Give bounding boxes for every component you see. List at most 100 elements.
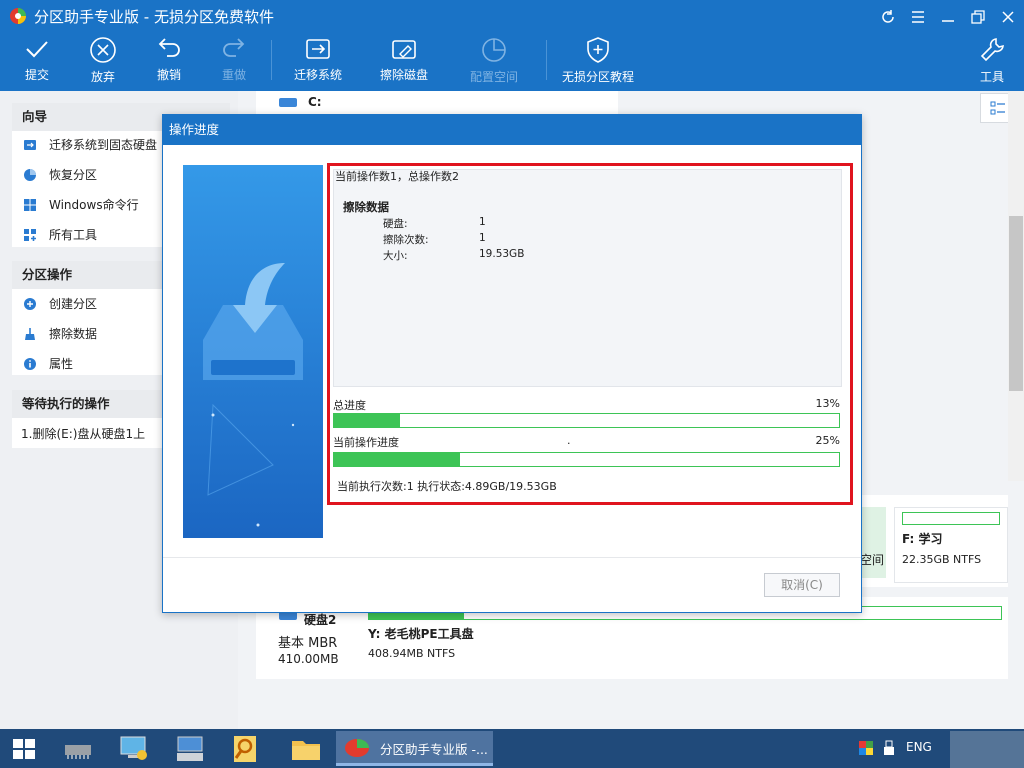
drive-icon: [279, 98, 297, 107]
tray-clock-area[interactable]: [950, 731, 1024, 768]
detail-key-size: 大小:: [383, 250, 408, 262]
operation-count: 当前操作数1，总操作数2: [335, 170, 459, 183]
pie-chart-icon: [482, 38, 506, 62]
toolbar-divider: [546, 40, 547, 80]
memory-chip-icon[interactable]: [62, 733, 94, 765]
configure-space-button[interactable]: 配置空间: [464, 36, 524, 88]
current-progress-percent: 25%: [815, 434, 840, 447]
recover-pie-icon: [24, 169, 36, 181]
operation-details-box: [333, 169, 842, 387]
sidebar-item-label: 所有工具: [49, 228, 98, 242]
wipe-disk-button[interactable]: 擦除磁盘: [374, 36, 434, 88]
toolbar-divider: [271, 40, 272, 80]
discard-button[interactable]: 放弃: [78, 36, 128, 88]
current-progress-fill: [334, 453, 461, 466]
detail-value-size: 19.53GB: [479, 248, 525, 260]
redo-button[interactable]: 重做: [209, 36, 259, 88]
tools-button[interactable]: 工具: [970, 36, 1014, 88]
tutorial-label: 无损分区教程: [561, 70, 634, 84]
toolbar: 分区助手专业版 - 无损分区免费软件 提交 放弃 撤销 重做 迁移系统 擦除磁盘: [0, 0, 1024, 91]
partition-y-name: Y: 老毛桃PE工具盘: [368, 627, 474, 641]
detail-value-disk: 1: [479, 216, 486, 228]
disk2-size: 410.00MB: [278, 652, 339, 666]
close-icon[interactable]: [997, 6, 1019, 28]
detail-key-passes: 擦除次数:: [383, 234, 429, 246]
info-icon: [24, 358, 36, 370]
cancel-button[interactable]: 取消(C): [764, 573, 840, 597]
keyboard-icon[interactable]: [174, 733, 206, 765]
usb-device-icon[interactable]: [883, 740, 895, 756]
taskbar-active-app[interactable]: 分区助手专业版 -...: [336, 731, 493, 766]
create-partition-icon: [24, 298, 36, 310]
migrate-os-button[interactable]: 迁移系统: [288, 36, 348, 88]
undo-button[interactable]: 撤销: [144, 36, 194, 88]
color-palette-icon[interactable]: [858, 740, 874, 756]
partition-y-size: 408.94MB NTFS: [368, 647, 456, 660]
window-title: 分区助手专业版 - 无损分区免费软件: [34, 8, 274, 26]
detail-value-passes: 1: [479, 232, 486, 244]
redo-icon: [223, 38, 245, 57]
submit-label: 提交: [24, 68, 49, 82]
redo-label: 重做: [221, 68, 246, 82]
total-progress-bar: [333, 413, 840, 428]
sidebar-item-label: 迁移系统到固态硬盘: [49, 138, 158, 152]
partition-f-usage-bar: [902, 512, 1000, 525]
partition-f-size: 22.35GB NTFS: [902, 553, 982, 566]
operation-name: 擦除数据: [343, 200, 389, 214]
sidebar-item-label: 属性: [49, 357, 74, 371]
check-icon: [26, 41, 48, 58]
drive-c-label: C:: [308, 95, 322, 109]
menu-icon[interactable]: [907, 6, 929, 28]
dialog-title: 操作进度: [163, 115, 861, 145]
windows-start-icon[interactable]: [12, 737, 36, 761]
eraser-disk-icon: [392, 40, 416, 59]
download-disk-illustration: [183, 165, 323, 538]
current-progress-dot: .: [567, 434, 571, 447]
migrate-disk-icon: [306, 39, 330, 59]
windows-logo-icon: [24, 199, 36, 211]
disk2-type: 基本 MBR: [278, 636, 338, 651]
submit-button[interactable]: 提交: [12, 36, 62, 88]
discard-label: 放弃: [90, 70, 115, 84]
sidebar-item-label: Windows命令行: [49, 198, 139, 212]
grid-tools-icon: [24, 229, 36, 241]
undo-icon: [158, 38, 180, 57]
tools-label: 工具: [979, 70, 1004, 84]
tutorial-button[interactable]: 无损分区教程: [557, 36, 639, 88]
restore-icon[interactable]: [967, 6, 989, 28]
computer-settings-icon[interactable]: [118, 733, 150, 765]
execution-status: 当前执行次数:1 执行状态:4.89GB/19.53GB: [337, 480, 557, 493]
dialog-footer-divider: [163, 557, 861, 558]
pending-op-label: 1.删除(E:)盘从硬盘1上: [21, 427, 146, 441]
minimize-icon[interactable]: [937, 6, 959, 28]
disk2-name: 硬盘2: [304, 613, 337, 627]
wipe-disk-label: 擦除磁盘: [379, 68, 428, 82]
sidebar-item-label: 擦除数据: [49, 327, 98, 341]
broom-icon: [25, 328, 35, 340]
disk-migrate-icon: [24, 140, 36, 150]
scrollbar-thumb[interactable]: [1009, 216, 1023, 391]
undo-label: 撤销: [156, 68, 181, 82]
taskbar-app-title: 分区助手专业版 -...: [380, 742, 488, 757]
migrate-os-label: 迁移系统: [293, 68, 342, 82]
configure-space-label: 配置空间: [469, 70, 518, 84]
current-progress-label: 当前操作进度: [333, 436, 399, 449]
language-indicator[interactable]: ENG: [906, 740, 932, 754]
sidebar-item-label: 创建分区: [49, 297, 98, 311]
current-progress-bar: [333, 452, 840, 467]
total-progress-fill: [334, 414, 400, 427]
refresh-icon[interactable]: [877, 6, 899, 28]
partition-f-name: F: 学习: [902, 532, 943, 546]
search-magnifier-icon[interactable]: [230, 733, 262, 765]
app-logo-icon: [10, 8, 26, 24]
app-taskbar-icon: [345, 739, 369, 757]
total-progress-percent: 13%: [815, 397, 840, 410]
folder-icon[interactable]: [290, 733, 322, 765]
list-view-icon: [990, 101, 1005, 115]
total-progress-label: 总进度: [333, 399, 366, 412]
progress-dialog: 操作进度 当前操作数1，总操作数2 擦除数据 硬盘: 1 擦除次数: 1 大小:…: [162, 114, 862, 613]
unallocated-label: 空间: [860, 553, 885, 567]
detail-key-disk: 硬盘:: [383, 218, 408, 230]
shield-icon: [587, 37, 609, 63]
wrench-icon: [980, 38, 1004, 62]
